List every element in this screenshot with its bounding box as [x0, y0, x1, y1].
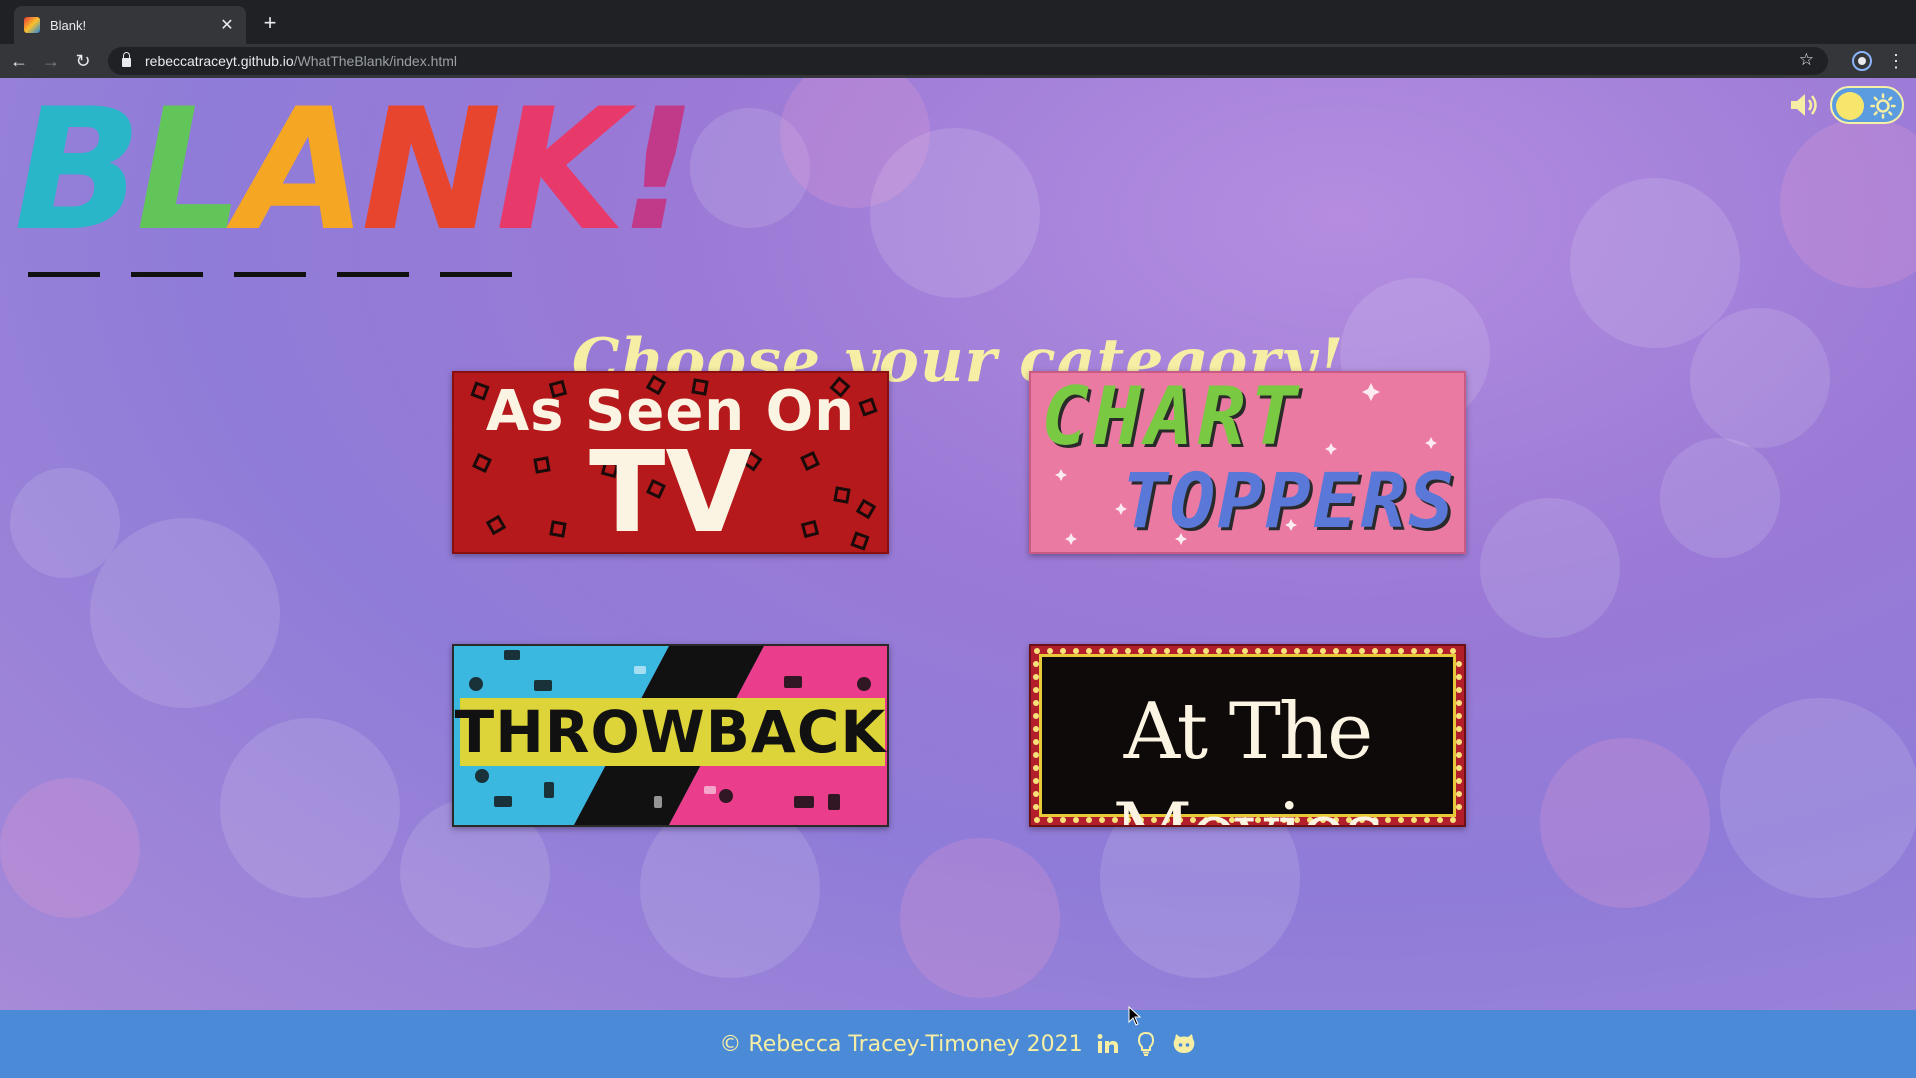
logo-letter: N	[361, 78, 502, 268]
card-title-line-2: TV	[588, 428, 753, 554]
lock-icon	[122, 52, 131, 67]
category-card-tv[interactable]: As Seen On TV	[452, 371, 889, 554]
theme-toggle[interactable]	[1830, 86, 1904, 124]
logo-text: BLANK!	[14, 86, 697, 254]
site-footer: © Rebecca Tracey-Timoney 2021	[0, 1010, 1916, 1078]
back-button[interactable]: ←	[6, 48, 32, 74]
category-card-throwback[interactable]: THROWBACK	[452, 644, 889, 827]
logo-letter: K	[495, 78, 626, 268]
logo-blank-line	[234, 272, 306, 277]
profile-icon[interactable]	[1852, 51, 1872, 71]
url-path: /WhatTheBlank/index.html	[293, 53, 458, 69]
bokeh-decoration	[90, 518, 280, 708]
category-card-chart-toppers[interactable]: CHART TOPPERS	[1029, 371, 1466, 554]
close-tab-icon[interactable]: ✕	[218, 15, 236, 35]
sun-icon	[1870, 93, 1896, 119]
logo-letter: L	[136, 78, 243, 268]
linkedin-icon[interactable]	[1095, 1031, 1121, 1057]
logo-letter: B	[14, 78, 142, 268]
favicon-icon	[24, 17, 40, 33]
page-title: Choose your category!	[571, 326, 1345, 396]
forward-button[interactable]: →	[38, 48, 64, 74]
bokeh-decoration	[1570, 178, 1740, 348]
top-controls	[1788, 86, 1904, 124]
bokeh-decoration	[10, 468, 120, 578]
mouse-cursor-icon	[1128, 1006, 1142, 1026]
new-tab-button[interactable]: +	[256, 10, 284, 38]
bokeh-decoration	[0, 778, 140, 918]
marquee-bulb	[1456, 674, 1462, 680]
logo-blank-line	[337, 272, 409, 277]
address-bar[interactable]: rebeccatraceyt.github.io /WhatTheBlank/i…	[108, 47, 1828, 75]
page-viewport: BLANK! Choose your category!	[0, 78, 1916, 1010]
logo-blank-line	[131, 272, 203, 277]
marquee-bulb	[1456, 661, 1462, 667]
lightbulb-icon[interactable]	[1133, 1031, 1159, 1057]
logo-letter: A	[237, 78, 367, 268]
bokeh-decoration	[1720, 698, 1916, 898]
copyright-text: © Rebecca Tracey-Timoney 2021	[719, 1031, 1083, 1057]
card-title-line-1: At The Movies	[1112, 687, 1384, 825]
logo-blank-line	[440, 272, 512, 277]
logo-letter: !	[619, 78, 697, 268]
bokeh-decoration	[900, 838, 1060, 998]
category-card-at-the-movies[interactable]: At The Movies	[1029, 644, 1466, 827]
bokeh-decoration	[1480, 498, 1620, 638]
toggle-knob	[1836, 92, 1864, 120]
reload-button[interactable]: ↻	[70, 48, 96, 74]
card-title-line-1: THROWBACK	[454, 698, 887, 766]
browser-menu-icon[interactable]: ⋮	[1886, 48, 1906, 74]
tab-title: Blank!	[50, 17, 87, 33]
url-host: rebeccatraceyt.github.io	[145, 53, 294, 69]
logo-blanks	[28, 272, 512, 277]
bookmark-star-icon[interactable]: ☆	[1799, 50, 1814, 70]
bokeh-decoration	[1780, 118, 1916, 288]
speaker-icon[interactable]	[1788, 91, 1820, 119]
bokeh-decoration	[1540, 738, 1710, 908]
blank-logo[interactable]: BLANK!	[14, 86, 697, 286]
bokeh-decoration	[220, 718, 400, 898]
browser-tabstrip: Blank! ✕ +	[0, 0, 1916, 44]
card-title-line-2: TOPPERS	[1121, 456, 1456, 545]
browser-tab[interactable]: Blank! ✕	[14, 6, 246, 44]
browser-toolbar: ← → ↻ rebeccatraceyt.github.io /WhatTheB…	[0, 44, 1916, 78]
bokeh-decoration	[870, 128, 1040, 298]
bokeh-decoration	[1660, 438, 1780, 558]
logo-blank-line	[28, 272, 100, 277]
card-title-line-1: CHART	[1041, 371, 1302, 463]
github-icon[interactable]	[1171, 1031, 1197, 1057]
